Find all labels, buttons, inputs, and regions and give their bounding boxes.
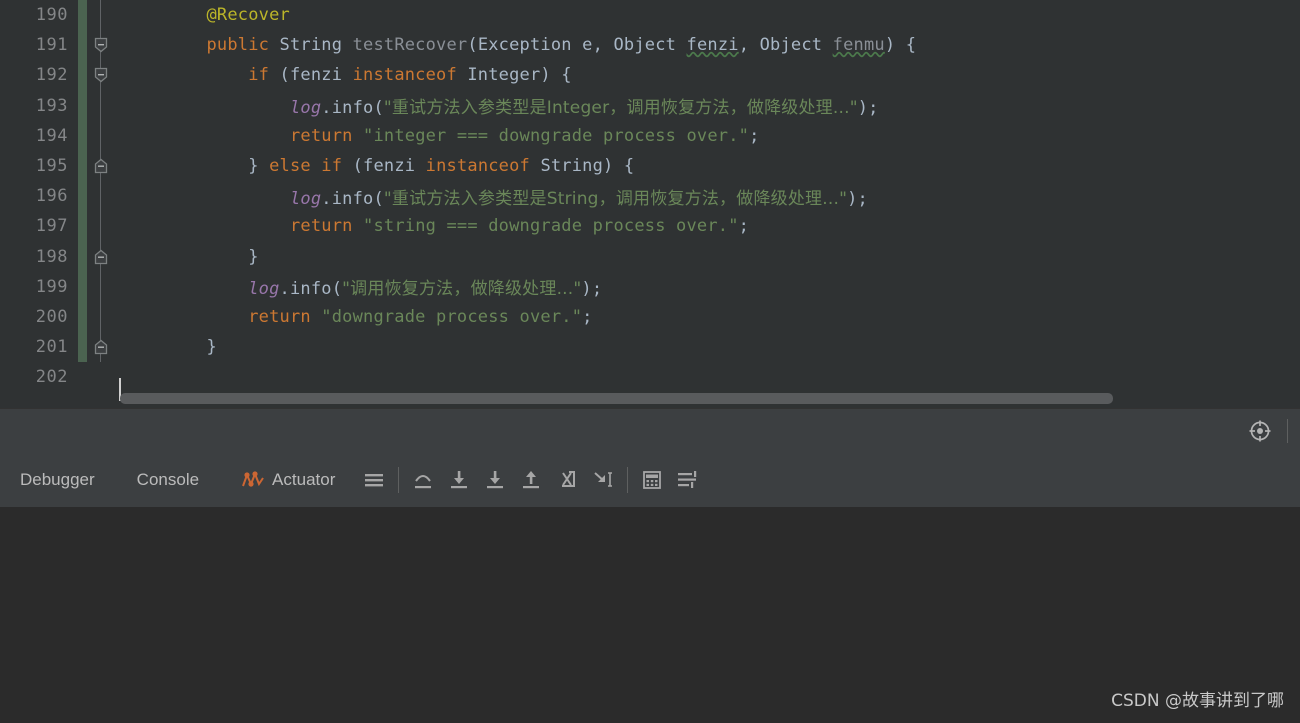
vcs-change-marker [78, 30, 87, 61]
vcs-change-marker [78, 332, 87, 363]
code-line: 197 return "string === downgrade process… [0, 211, 1300, 242]
code-line-text: return "integer === downgrade process ov… [289, 125, 760, 146]
tab-debugger[interactable]: Debugger [8, 453, 107, 507]
vcs-change-marker [78, 181, 87, 212]
line-number: 202 [35, 367, 68, 388]
fold-gutter[interactable] [87, 30, 115, 61]
code-line-text: return "downgrade process over."; [248, 306, 593, 327]
code-editor[interactable]: 190 @Recover 191 public String testRecove… [0, 0, 1300, 408]
code-line: 191 public String testRecover(Exception … [0, 30, 1300, 61]
toolbar-divider-1 [398, 467, 400, 493]
line-number: 194 [35, 125, 68, 146]
code-lines-container: 190 @Recover 191 public String testRecove… [0, 0, 1300, 392]
fold-gutter[interactable] [87, 241, 115, 272]
csdn-watermark: CSDN @故事讲到了哪 [1111, 691, 1284, 711]
code-line-text: log.info("重试方法入参类型是Integer，调用恢复方法，做降级处理.… [289, 98, 879, 119]
vcs-change-marker [78, 241, 87, 272]
run-to-cursor-icon[interactable] [588, 465, 618, 495]
divider [1287, 419, 1288, 443]
fold-gutter [87, 181, 115, 212]
code-line-text: log.info("重试方法入参类型是String，调用恢复方法，做降级处理..… [289, 188, 868, 209]
code-line: 198 } [0, 241, 1300, 272]
tab-actuator-label: Actuator [272, 470, 336, 489]
actuator-icon [241, 470, 265, 490]
vcs-change-marker [78, 120, 87, 151]
line-number: 196 [35, 186, 68, 207]
vcs-change-marker [78, 362, 87, 392]
line-number: 197 [35, 216, 68, 237]
tab-actuator[interactable]: Actuator [229, 453, 347, 507]
code-line: 201 } [0, 332, 1300, 363]
calculator-icon[interactable] [637, 465, 667, 495]
editor-horizontal-scrollbar[interactable] [120, 393, 1113, 404]
step-over-icon[interactable] [408, 465, 438, 495]
code-line: 196 log.info("重试方法入参类型是String，调用恢复方法，做降级… [0, 181, 1300, 212]
line-number: 193 [35, 95, 68, 116]
code-line: 202 [0, 362, 1300, 392]
fold-gutter [87, 362, 115, 392]
fold-marker-icon[interactable] [93, 158, 109, 174]
line-number: 195 [35, 156, 68, 177]
code-line-text: } [206, 337, 217, 358]
code-line: 190 @Recover [0, 0, 1300, 31]
vcs-change-marker [78, 150, 87, 182]
vcs-change-marker [78, 90, 87, 121]
line-number: 190 [35, 5, 68, 26]
tab-debugger-label: Debugger [20, 470, 95, 489]
code-line-text: @Recover [206, 5, 290, 26]
fold-marker-icon[interactable] [93, 339, 109, 355]
line-number: 200 [35, 306, 68, 327]
vcs-change-marker [78, 211, 87, 242]
fold-gutter [87, 271, 115, 302]
fold-gutter[interactable] [87, 60, 115, 91]
toolbar-divider-2 [627, 467, 629, 493]
fold-gutter [87, 0, 115, 31]
fold-gutter [87, 211, 115, 242]
code-line-text: log.info("调用恢复方法，做降级处理..."); [248, 279, 603, 300]
vcs-change-marker [78, 301, 87, 333]
code-line: 195 } else if (fenzi instanceof String) … [0, 150, 1300, 182]
hamburger-icon[interactable] [359, 465, 389, 495]
code-line: 193 log.info("重试方法入参类型是Integer，调用恢复方法，做降… [0, 90, 1300, 121]
vcs-change-marker [78, 60, 87, 91]
code-line: 192 if (fenzi instanceof Integer) { [0, 60, 1300, 91]
settings-list-icon[interactable] [673, 465, 703, 495]
line-number: 191 [35, 35, 68, 56]
fold-gutter [87, 301, 115, 333]
crosshair-icon[interactable] [1248, 419, 1272, 443]
fold-gutter[interactable] [87, 332, 115, 363]
line-number: 198 [35, 246, 68, 267]
force-step-into-icon[interactable] [480, 465, 510, 495]
code-line-text: public String testRecover(Exception e, O… [206, 35, 917, 56]
fold-marker-icon[interactable] [93, 249, 109, 265]
fold-gutter[interactable] [87, 150, 115, 182]
tab-console[interactable]: Console [125, 453, 211, 507]
vcs-change-marker [78, 0, 87, 31]
line-number: 201 [35, 337, 68, 358]
code-line: 199 log.info("调用恢复方法，做降级处理..."); [0, 271, 1300, 302]
code-line-text: } [248, 246, 259, 267]
code-line-text: return "string === downgrade process ove… [289, 216, 750, 237]
code-line: 200 return "downgrade process over."; [0, 301, 1300, 333]
debug-toolbar: Debugger Console Actuator [0, 453, 1300, 507]
code-line-text: if (fenzi instanceof Integer) { [248, 65, 572, 86]
console-output[interactable]: 2024-01-30 21:07:34.457 INFO 17520 --- [… [0, 507, 1300, 723]
editor-bottom-strip [0, 408, 1300, 453]
line-number: 199 [35, 276, 68, 297]
tab-console-label: Console [136, 470, 200, 489]
line-number: 192 [35, 65, 68, 86]
fold-gutter [87, 90, 115, 121]
step-into-icon[interactable] [444, 465, 474, 495]
fold-marker-icon[interactable] [93, 67, 109, 83]
fold-marker-icon[interactable] [93, 37, 109, 53]
code-line-text: } else if (fenzi instanceof String) { [248, 156, 635, 177]
code-line: 194 return "integer === downgrade proces… [0, 120, 1300, 151]
vcs-change-marker [78, 271, 87, 302]
drop-frame-icon[interactable] [552, 465, 582, 495]
step-out-icon[interactable] [516, 465, 546, 495]
fold-gutter [87, 120, 115, 151]
